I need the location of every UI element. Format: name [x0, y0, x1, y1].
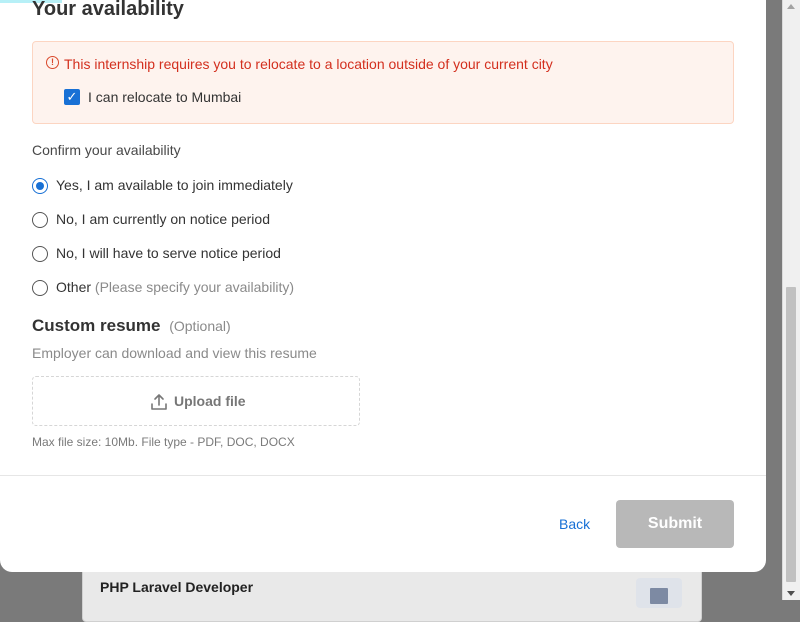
- radio-label[interactable]: Other (Please specify your availability): [56, 279, 294, 295]
- radio-label-hint: (Please specify your availability): [94, 279, 295, 295]
- radio-label[interactable]: Yes, I am available to join immediately: [56, 177, 293, 193]
- application-modal: Your availability ! This internship requ…: [0, 0, 766, 572]
- submit-button[interactable]: Submit: [616, 500, 734, 548]
- background-job-title: PHP Laravel Developer: [100, 579, 254, 595]
- page-scrollbar[interactable]: [782, 0, 800, 600]
- company-logo-icon: [636, 578, 682, 608]
- radio-label[interactable]: No, I will have to serve notice period: [56, 245, 281, 261]
- relocation-alert: ! This internship requires you to reloca…: [32, 41, 734, 124]
- confirm-availability-label: Confirm your availability: [32, 142, 181, 158]
- scroll-up-arrow-icon[interactable]: [787, 4, 795, 9]
- back-button[interactable]: Back: [559, 516, 590, 532]
- radio-button[interactable]: [32, 212, 48, 228]
- file-size-hint: Max file size: 10Mb. File type - PDF, DO…: [32, 435, 295, 449]
- scroll-thumb[interactable]: [786, 287, 796, 582]
- alert-circle-icon: !: [46, 56, 59, 69]
- optional-tag: (Optional): [169, 318, 231, 334]
- radio-button[interactable]: [32, 178, 48, 194]
- relocate-checkbox[interactable]: ✓: [64, 89, 80, 105]
- custom-resume-title: Custom resume: [32, 316, 161, 335]
- relocate-checkbox-label[interactable]: I can relocate to Mumbai: [88, 89, 241, 105]
- radio-label[interactable]: No, I am currently on notice period: [56, 211, 270, 227]
- scroll-down-arrow-icon[interactable]: [787, 591, 795, 596]
- availability-title: Your availability: [32, 0, 184, 20]
- alert-message: This internship requires you to relocate…: [64, 56, 553, 72]
- radio-label-text[interactable]: Other: [56, 279, 91, 295]
- custom-resume-heading: Custom resume (Optional): [32, 316, 231, 336]
- footer-divider: [0, 475, 766, 476]
- upload-file-button[interactable]: Upload file: [32, 376, 360, 426]
- resume-description: Employer can download and view this resu…: [32, 345, 317, 361]
- upload-icon: [151, 394, 167, 410]
- upload-file-label[interactable]: Upload file: [174, 393, 246, 409]
- radio-button[interactable]: [32, 246, 48, 262]
- radio-button[interactable]: [32, 280, 48, 296]
